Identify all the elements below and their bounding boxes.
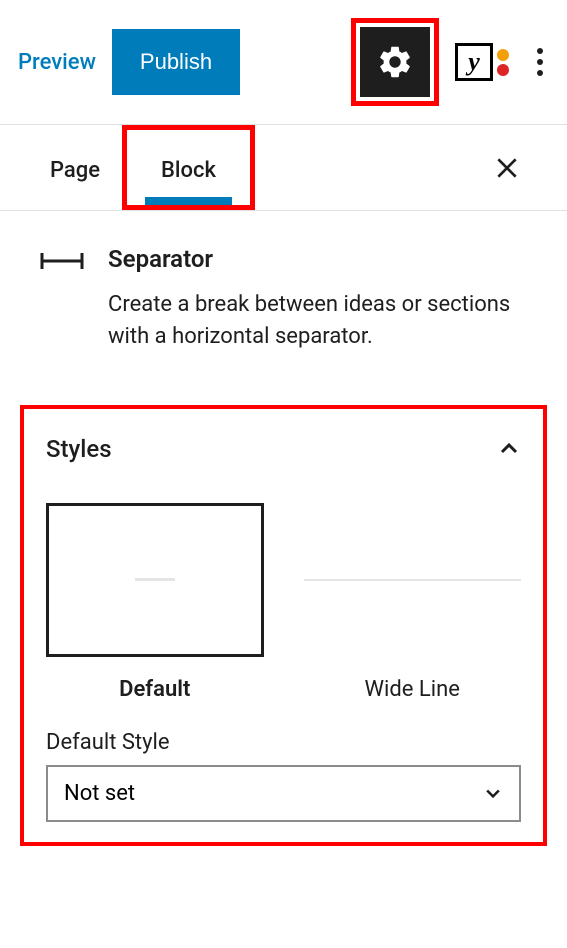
- chevron-down-icon: [483, 783, 503, 803]
- style-option-default[interactable]: Default: [46, 503, 264, 702]
- style-preview-wide: [304, 503, 522, 657]
- style-options: Default Wide Line: [46, 503, 521, 702]
- settings-button[interactable]: [360, 27, 430, 97]
- default-style-select[interactable]: Not set: [46, 765, 521, 822]
- separator-icon: [40, 245, 84, 353]
- tab-page[interactable]: Page: [28, 130, 122, 205]
- styles-panel-highlight: Styles Default Wide Line Default Style N…: [20, 405, 547, 846]
- yoast-button[interactable]: y: [455, 43, 509, 81]
- default-style-value: Not set: [64, 781, 135, 806]
- style-label-wide: Wide Line: [365, 677, 460, 702]
- yoast-status-dots: [497, 49, 509, 76]
- tab-block[interactable]: Block: [131, 130, 246, 205]
- block-info: Separator Create a break between ideas o…: [0, 211, 567, 375]
- yoast-icon: y: [455, 43, 493, 81]
- gear-icon: [376, 43, 414, 81]
- style-label-default: Default: [119, 677, 190, 702]
- editor-top-bar: Preview Publish y: [0, 0, 567, 125]
- block-tab-highlight: Block: [122, 125, 255, 210]
- settings-highlight: [351, 18, 439, 106]
- default-style-label: Default Style: [46, 730, 521, 755]
- sidebar-tabs: Page Block: [0, 125, 567, 211]
- styles-panel-header[interactable]: Styles: [46, 435, 521, 463]
- style-option-wide-line[interactable]: Wide Line: [304, 503, 522, 702]
- block-description: Create a break between ideas or sections…: [108, 289, 527, 353]
- publish-button[interactable]: Publish: [112, 29, 240, 95]
- close-icon: [494, 155, 520, 181]
- more-options-button[interactable]: [525, 40, 555, 84]
- block-title: Separator: [108, 245, 527, 273]
- preview-link[interactable]: Preview: [18, 50, 96, 75]
- style-preview-default: [46, 503, 264, 657]
- close-sidebar-button[interactable]: [485, 146, 529, 190]
- chevron-up-icon: [497, 437, 521, 461]
- styles-panel-title: Styles: [46, 435, 112, 463]
